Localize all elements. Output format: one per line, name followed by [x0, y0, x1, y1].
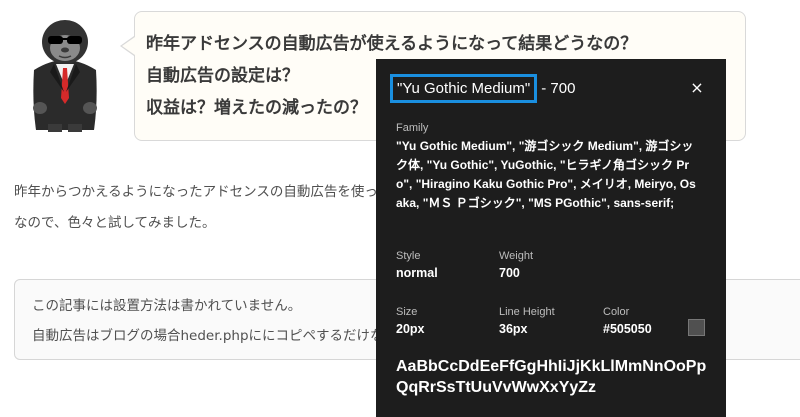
font-name-highlight[interactable]: "Yu Gothic Medium" — [390, 74, 538, 103]
gorilla-mascot-icon — [33, 20, 97, 132]
article-paragraph-2: なので、色々と試してみました。 — [14, 215, 216, 231]
font-sample-text: AaBbCcDdEeFfGgHhIiJjKkLlMmNnOoPpQqRrSsTt… — [396, 358, 707, 396]
style-value: normal — [396, 266, 438, 280]
family-label: Family — [396, 122, 429, 134]
size-label: Size — [396, 306, 418, 318]
line-height-value: 36px — [499, 322, 528, 336]
size-value: 20px — [396, 322, 425, 336]
inspector-header: "Yu Gothic Medium" - 700 — [390, 73, 575, 104]
close-icon[interactable]: × — [688, 79, 706, 97]
weight-value: 700 — [499, 266, 520, 280]
color-value: #505050 — [603, 322, 652, 336]
color-label: Color — [603, 306, 630, 318]
color-swatch — [688, 319, 705, 336]
weight-label: Weight — [499, 250, 534, 262]
bubble-line-1: 昨年アドセンスの自動広告が使えるようになって結果どうなの？ — [146, 34, 638, 54]
font-weight-suffix: - 700 — [541, 80, 576, 97]
line-height-label: Line Height — [499, 306, 555, 318]
font-inspector-popup: "Yu Gothic Medium" - 700 × Family "Yu Go… — [376, 59, 726, 417]
family-value: "Yu Gothic Medium", "游ゴシック Medium", 游ゴシッ… — [396, 139, 696, 210]
style-label: Style — [396, 250, 421, 262]
note-line-1: この記事には設置方法は書かれていません。 — [32, 298, 302, 314]
